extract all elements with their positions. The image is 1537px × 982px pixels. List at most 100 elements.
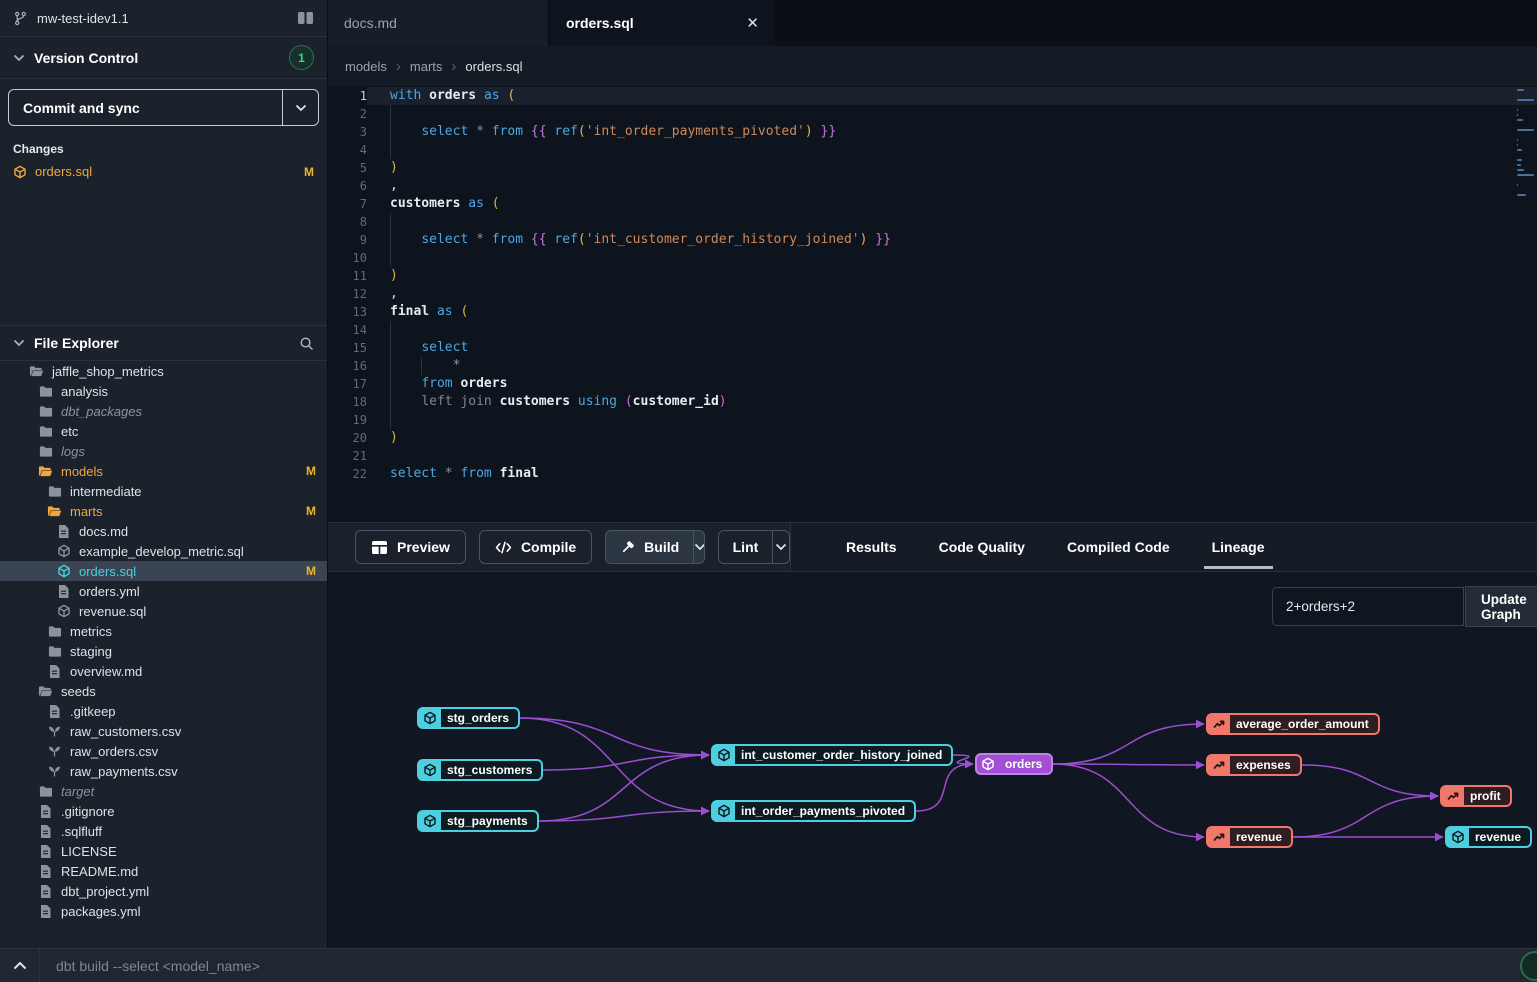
lineage-node-average_order_amount[interactable]: average_order_amount [1206, 713, 1380, 735]
code-line-8: 8 [328, 213, 1537, 231]
tree-item-intermediate[interactable]: intermediate [0, 481, 327, 501]
tree-item-revenue-sql[interactable]: revenue.sql [0, 601, 327, 621]
tree-item-docs-md[interactable]: docs.md [0, 521, 327, 541]
version-control-header[interactable]: Version Control 1 [0, 37, 327, 79]
result-tab-code-quality[interactable]: Code Quality [939, 523, 1025, 571]
tree-item-label: analysis [61, 384, 108, 399]
preview-icon [371, 540, 388, 555]
tree-item--sqlfluff[interactable]: .sqlfluff [0, 821, 327, 841]
tree-item-dbt-packages[interactable]: dbt_packages [0, 401, 327, 421]
tree-item-orders-sql[interactable]: orders.sqlM [0, 561, 327, 581]
result-tabs: Results Code Quality Compiled Code Lineage [790, 523, 1537, 571]
folder-icon [46, 625, 63, 637]
code-line-content: ) [390, 267, 398, 285]
lineage-node-profit[interactable]: profit [1440, 785, 1512, 807]
command-input[interactable]: dbt build --select <model_name> [40, 958, 1537, 974]
lineage-node-int_order_payments_pivoted[interactable]: int_order_payments_pivoted [711, 800, 916, 822]
code-line-content: select * from final [390, 465, 539, 483]
lineage-node-orders[interactable]: orders [975, 753, 1053, 775]
folder-icon [37, 425, 54, 437]
minimap-line [1517, 149, 1522, 151]
code-line-4: 4 [328, 141, 1537, 159]
tree-item-label: target [61, 784, 94, 799]
tree-item-dbt-project-yml[interactable]: dbt_project.yml [0, 881, 327, 901]
code-editor[interactable]: 1with orders as (23 select * from {{ ref… [328, 86, 1537, 522]
preview-button[interactable]: Preview [355, 530, 466, 564]
tab-orders-sql[interactable]: orders.sql✕ [550, 0, 777, 46]
line-number: 18 [328, 393, 367, 411]
code-line-content: ) [390, 159, 398, 177]
changed-file-row[interactable]: orders.sql M [0, 161, 327, 182]
changed-file-name: orders.sql [35, 164, 92, 179]
tree-item-target[interactable]: target [0, 781, 327, 801]
code-line-content: select [390, 339, 468, 357]
update-graph-button[interactable]: Update Graph [1465, 586, 1537, 627]
breadcrumb-item[interactable]: models [345, 59, 387, 74]
folder-icon [46, 645, 63, 657]
chevron-down-icon [13, 54, 25, 62]
lineage-node-stg_payments[interactable]: stg_payments [417, 810, 539, 832]
search-icon[interactable] [299, 336, 314, 351]
lineage-node-revenue_model[interactable]: revenue [1445, 826, 1532, 848]
metric-chart-icon [1442, 787, 1464, 805]
tree-item-jaffle-shop-metrics[interactable]: jaffle_shop_metrics [0, 361, 327, 381]
tree-item-models[interactable]: modelsM [0, 461, 327, 481]
compile-button-label: Compile [521, 539, 576, 555]
lineage-node-label: orders [999, 755, 1051, 773]
code-line-22: 22select * from final [328, 465, 1537, 483]
tree-item-analysis[interactable]: analysis [0, 381, 327, 401]
minimap-line [1517, 129, 1534, 131]
tree-item-raw-orders-csv[interactable]: raw_orders.csv [0, 741, 327, 761]
tree-item-license[interactable]: LICENSE [0, 841, 327, 861]
breadcrumb-item[interactable]: marts [410, 59, 443, 74]
code-line-19: 19 [328, 411, 1537, 429]
tree-item-etc[interactable]: etc [0, 421, 327, 441]
result-tab-compiled-code[interactable]: Compiled Code [1067, 523, 1170, 571]
tree-item-marts[interactable]: martsM [0, 501, 327, 521]
tree-item-packages-yml[interactable]: packages.yml [0, 901, 327, 921]
tree-item-readme-md[interactable]: README.md [0, 861, 327, 881]
folder-icon [37, 405, 54, 417]
model-cube-icon [713, 802, 735, 820]
tree-item-raw-customers-csv[interactable]: raw_customers.csv [0, 721, 327, 741]
lineage-edge-orders-to-expenses [1053, 764, 1204, 765]
lineage-node-expenses[interactable]: expenses [1206, 754, 1302, 776]
commit-and-sync-button[interactable]: Commit and sync [8, 89, 319, 126]
breadcrumb-item[interactable]: orders.sql [465, 59, 522, 74]
lineage-node-revenue_metric[interactable]: revenue [1206, 826, 1293, 848]
command-bar-expand-icon[interactable] [0, 949, 40, 982]
lineage-node-stg_customers[interactable]: stg_customers [417, 759, 543, 781]
tree-item-staging[interactable]: staging [0, 641, 327, 661]
tree-item-orders-yml[interactable]: orders.yml [0, 581, 327, 601]
build-button[interactable]: Build [605, 530, 704, 564]
lineage-node-stg_orders[interactable]: stg_orders [417, 707, 520, 729]
lineage-node-int_customer_order_history_joined[interactable]: int_customer_order_history_joined [711, 744, 953, 766]
lint-options-caret[interactable] [772, 531, 789, 563]
tree-item-overview-md[interactable]: overview.md [0, 661, 327, 681]
compile-button[interactable]: Compile [479, 530, 592, 564]
lint-button[interactable]: Lint [718, 530, 790, 564]
lineage-selector-input[interactable]: 2+orders+2 [1272, 587, 1464, 626]
tab-docs-md[interactable]: docs.md [328, 0, 550, 46]
tree-item-raw-payments-csv[interactable]: raw_payments.csv [0, 761, 327, 781]
tree-item--gitkeep[interactable]: .gitkeep [0, 701, 327, 721]
tree-item-seeds[interactable]: seeds [0, 681, 327, 701]
tree-item-logs[interactable]: logs [0, 441, 327, 461]
panels-toggle-icon[interactable] [297, 11, 314, 25]
result-tab-lineage[interactable]: Lineage [1212, 523, 1265, 571]
line-number: 16 [328, 357, 367, 375]
code-line-11: 11) [328, 267, 1537, 285]
tree-item-label: dbt_project.yml [61, 884, 149, 899]
result-tab-results[interactable]: Results [846, 523, 897, 571]
minimap[interactable] [1515, 89, 1536, 199]
close-tab-icon[interactable]: ✕ [746, 14, 759, 32]
chevron-down-icon [13, 339, 25, 347]
tree-item--gitignore[interactable]: .gitignore [0, 801, 327, 821]
tree-item-example-develop-metric-sql[interactable]: example_develop_metric.sql [0, 541, 327, 561]
folder-open-icon [46, 505, 63, 517]
tree-item-metrics[interactable]: metrics [0, 621, 327, 641]
status-indicator-dot [1520, 951, 1537, 981]
build-options-caret[interactable] [693, 531, 704, 563]
commit-options-caret[interactable] [282, 90, 318, 125]
lineage-node-label: int_order_payments_pivoted [735, 802, 914, 820]
